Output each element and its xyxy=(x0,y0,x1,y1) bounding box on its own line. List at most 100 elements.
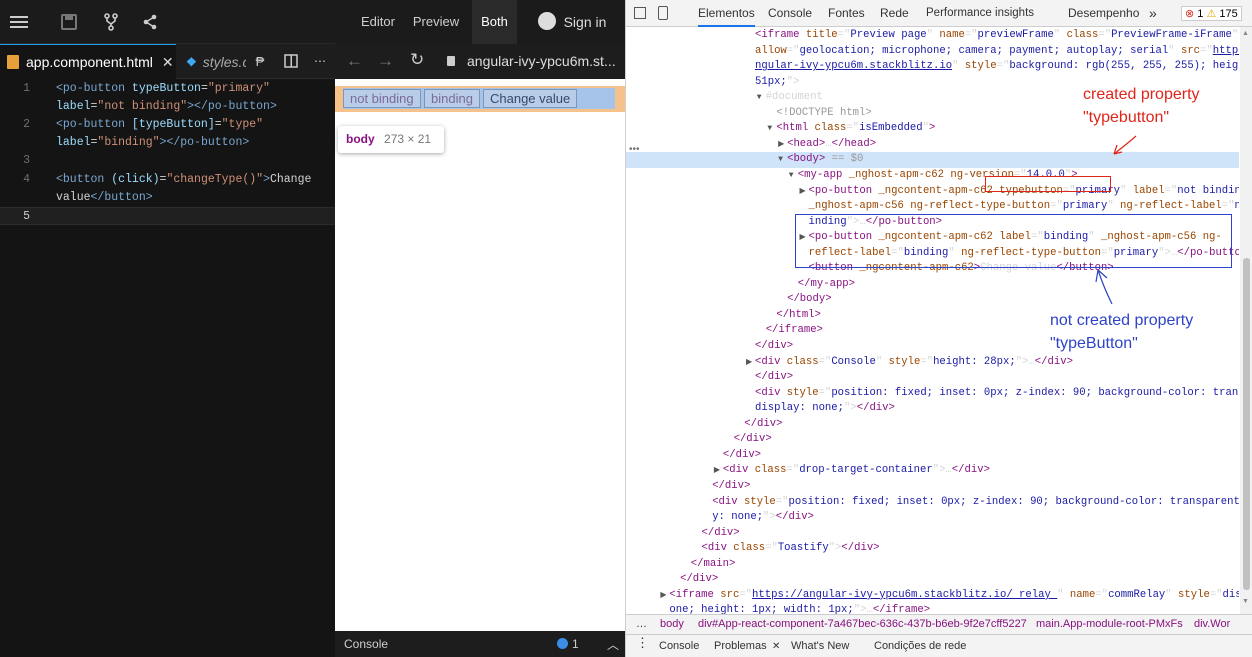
dom-node[interactable]: <iframe title="Preview page" name="previ… xyxy=(626,28,1239,44)
dom-node[interactable]: y: none;"></div> xyxy=(626,510,1239,526)
dom-node[interactable]: </div> xyxy=(626,432,1239,448)
drawer-tab-whats-new[interactable]: What's New xyxy=(791,635,849,657)
drawer-menu-icon[interactable]: ⋮ xyxy=(636,631,649,654)
drawer-tab-console[interactable]: Console xyxy=(659,635,699,657)
dom-node[interactable]: <div style="position: fixed; inset: 0px;… xyxy=(626,495,1239,511)
line-number: 3 xyxy=(23,154,30,168)
breadcrumb-item[interactable]: div.Wor xyxy=(1194,615,1230,634)
dom-node[interactable]: </div> xyxy=(626,417,1239,433)
code-line[interactable]: label="binding"></po-button> xyxy=(0,134,335,152)
tab-desempenho[interactable]: Desempenho xyxy=(1068,0,1139,27)
change-value-button[interactable]: Change value xyxy=(483,89,578,108)
scroll-up-icon[interactable]: ▲ xyxy=(1242,30,1249,37)
dom-node[interactable]: ▶ <div class="Console" style="height: 28p… xyxy=(626,355,1239,371)
tab-app-component-html[interactable]: app.component.html ✕ xyxy=(0,44,176,79)
back-icon[interactable]: ← xyxy=(346,51,363,71)
not-binding-button[interactable]: not binding xyxy=(343,89,421,108)
hamburger-menu-icon[interactable] xyxy=(8,11,30,33)
collapse-triangle-icon[interactable]: ▼ xyxy=(767,121,775,137)
expand-triangle-icon[interactable]: ▶ xyxy=(660,588,668,604)
error-count: 1 xyxy=(1197,8,1204,20)
more-tabs-icon[interactable]: » xyxy=(1149,0,1157,27)
dom-node-text: </div> xyxy=(712,479,751,492)
issues-counter[interactable]: ⊗ 1 ⚠ 175 xyxy=(1181,6,1242,21)
code-line[interactable]: 1 <po-button typeButton="primary" xyxy=(0,80,335,98)
breadcrumb-item[interactable]: main.App-module-root-PMxFs xyxy=(1036,615,1183,634)
ellipsis-icon[interactable]: ••• xyxy=(629,144,640,155)
dom-node[interactable]: ▶ <po-button _ngcontent-apm-c62 typebutto… xyxy=(626,184,1240,200)
dom-node[interactable]: </body> xyxy=(626,292,1239,308)
dom-node[interactable]: one; height: 1px; width: 1px;">…</iframe… xyxy=(626,603,1239,614)
editor-mode-button[interactable]: Editor xyxy=(355,0,401,44)
close-tab-icon[interactable]: ✕ xyxy=(162,54,174,71)
breadcrumb-item[interactable]: body xyxy=(660,615,684,634)
dom-node[interactable]: </div> xyxy=(626,526,1239,542)
collapse-triangle-icon[interactable]: ▼ xyxy=(778,152,786,168)
dom-node[interactable]: ngular-ivy-ypcu6m.stackblitz.io" style="… xyxy=(626,59,1239,75)
tab-styles[interactable]: ❖ styles.c xyxy=(176,44,246,79)
po-button-highlight-box xyxy=(795,214,1232,268)
dom-node[interactable]: ▶ <iframe src="https://angular-ivy-ypcu6m… xyxy=(626,588,1239,604)
prettier-icon[interactable]: ₱ xyxy=(249,50,271,72)
dom-node[interactable]: ▶ <div class="drop-target-container">…</d… xyxy=(626,463,1239,479)
tab-console[interactable]: Console xyxy=(768,0,812,27)
tab-fontes[interactable]: Fontes xyxy=(828,0,865,27)
dom-node[interactable]: ▼ <my-app _nghost-apm-c62 ng-version="14.… xyxy=(626,168,1239,184)
dom-node[interactable]: </div> xyxy=(626,370,1239,386)
code-line[interactable]: 5 xyxy=(0,206,335,225)
reload-icon[interactable]: ↻ xyxy=(410,50,424,70)
code-line[interactable]: 3 xyxy=(0,152,335,170)
tab-performance-insights[interactable]: Performance insights xyxy=(926,0,1034,27)
drawer-tab-problemas[interactable]: Problemas xyxy=(714,635,767,657)
expand-triangle-icon[interactable]: ▶ xyxy=(778,137,786,153)
dom-node[interactable]: allow="geolocation; microphone; camera; … xyxy=(626,44,1239,60)
fork-icon[interactable] xyxy=(100,11,122,33)
dom-node[interactable]: </div> xyxy=(626,479,1239,495)
dom-node-text: </div> xyxy=(744,417,783,430)
code-line[interactable]: 2 <po-button [typeButton]="type" xyxy=(0,116,335,134)
dom-node[interactable]: </div> xyxy=(626,448,1239,464)
split-view-icon[interactable] xyxy=(280,50,302,72)
dom-node-selected[interactable]: ▼ <body> == $0 xyxy=(626,152,1239,168)
dom-node[interactable]: _nghost-apm-c56 ng-reflect-type-button="… xyxy=(626,199,1240,215)
scroll-down-icon[interactable]: ▼ xyxy=(1242,598,1249,605)
code-line[interactable]: label="not binding"></po-button> xyxy=(0,98,335,116)
sign-in-button[interactable]: Sign in xyxy=(561,0,609,44)
not-created-property-note: not created property "typeButton" xyxy=(1050,312,1194,352)
drawer-close-icon[interactable]: ✕ xyxy=(772,635,780,657)
dom-node-text: </html> xyxy=(776,308,821,321)
save-icon[interactable] xyxy=(58,11,80,33)
code-text: value</button> xyxy=(56,190,153,204)
both-mode-button[interactable]: Both xyxy=(472,0,517,44)
code-line[interactable]: value</button> xyxy=(0,189,335,207)
dom-node[interactable]: <div style="position: fixed; inset: 0px;… xyxy=(626,386,1239,402)
code-line[interactable]: 4 <button (click)="changeType()">Change xyxy=(0,171,335,189)
dom-node[interactable]: <div class="Toastify"></div> xyxy=(626,541,1239,557)
collapse-triangle-icon[interactable]: ▼ xyxy=(789,168,797,184)
dom-node[interactable]: ▶ <head>…</head> xyxy=(626,137,1239,153)
dom-node[interactable]: </main> xyxy=(626,557,1239,573)
expand-triangle-icon[interactable]: ▶ xyxy=(714,463,722,479)
tab-elementos[interactable]: Elementos xyxy=(698,0,755,27)
forward-icon[interactable]: → xyxy=(377,51,394,71)
dom-node[interactable]: </div> xyxy=(626,572,1239,588)
expand-triangle-icon[interactable]: ▶ xyxy=(746,355,754,371)
collapse-triangle-icon[interactable]: ▼ xyxy=(757,90,765,106)
editor-pane: app.component.html ✕ ❖ styles.c ₱ ⋯ 1 <po… xyxy=(0,0,335,657)
preview-mode-button[interactable]: Preview xyxy=(411,0,461,44)
tab-rede[interactable]: Rede xyxy=(880,0,909,27)
dom-node[interactable]: </my-app> xyxy=(626,277,1239,293)
scrollbar-thumb[interactable] xyxy=(1243,258,1250,590)
preview-url[interactable]: angular-ivy-ypcu6m.st... xyxy=(467,53,616,69)
expand-triangle-icon[interactable]: ▶ xyxy=(800,184,808,200)
share-icon[interactable] xyxy=(139,11,161,33)
breadcrumb-item[interactable]: div#App-react-component-7a467bec-636c-43… xyxy=(698,615,1027,634)
more-icon[interactable]: ⋯ xyxy=(309,50,331,72)
device-toolbar-icon[interactable] xyxy=(658,6,668,20)
inspect-element-icon[interactable] xyxy=(634,7,646,19)
binding-button[interactable]: binding xyxy=(424,89,480,108)
chevron-up-icon[interactable]: ︿ xyxy=(607,636,619,653)
preview-console-bar[interactable]: Console 1 ︿ xyxy=(335,631,625,657)
dom-node[interactable]: display: none;"></div> xyxy=(626,401,1239,417)
drawer-tab-network-conditions[interactable]: Condições de rede xyxy=(874,635,966,657)
